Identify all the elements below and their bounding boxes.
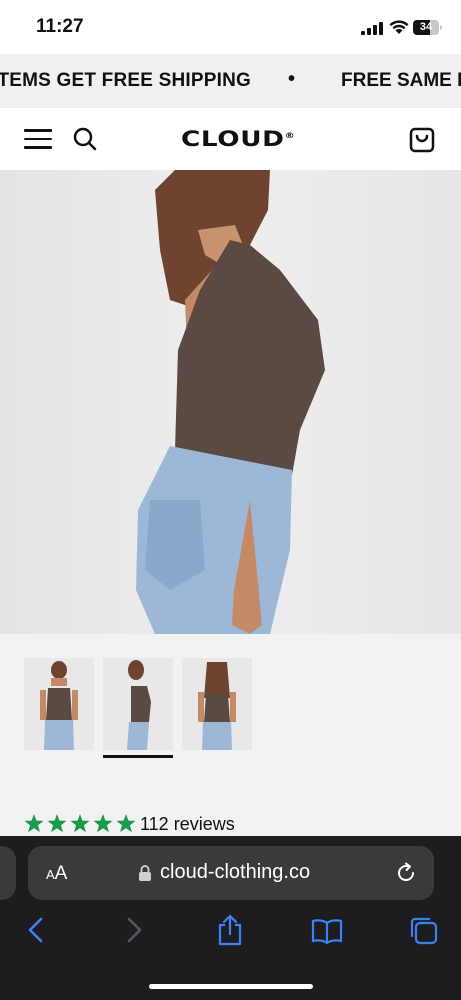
aa-small: A bbox=[46, 867, 55, 882]
status-bar: 11:27 34 bbox=[0, 0, 461, 54]
brand-logo[interactable]: CLOUD® bbox=[181, 127, 295, 151]
reader-settings-button[interactable]: AA bbox=[46, 863, 67, 885]
thumbnail-back-image bbox=[182, 658, 252, 750]
logo-registered-mark: ® bbox=[284, 131, 296, 140]
wifi-icon bbox=[389, 20, 409, 34]
forward-arrow-icon[interactable] bbox=[124, 916, 144, 944]
star-rating-icon bbox=[24, 814, 136, 833]
thumbnail-side[interactable] bbox=[103, 658, 173, 750]
announcement-bar[interactable]: ITEMS GET FREE SHIPPING • FREE SAME D bbox=[0, 54, 461, 108]
battery-icon: 34 bbox=[413, 20, 439, 35]
star-icon bbox=[93, 814, 113, 833]
star-icon bbox=[70, 814, 90, 833]
bookmarks-icon[interactable] bbox=[311, 918, 343, 944]
announcement-text-right: FREE SAME D bbox=[341, 70, 461, 91]
thumbnail-front[interactable] bbox=[24, 658, 94, 750]
announcement-text-left: ITEMS GET FREE SHIPPING bbox=[0, 70, 252, 91]
reviews-count: 112 reviews bbox=[140, 814, 235, 834]
address-bar[interactable]: AA cloud-clothing.co bbox=[28, 846, 434, 900]
battery-nub bbox=[440, 25, 442, 30]
menu-icon-line bbox=[24, 146, 52, 149]
thumbnail-back[interactable] bbox=[182, 658, 252, 750]
thumbnail-selected-indicator bbox=[103, 755, 173, 758]
thumbnail-gallery bbox=[0, 634, 461, 804]
share-icon[interactable] bbox=[216, 914, 244, 946]
cellular-signal-icon bbox=[361, 22, 383, 35]
menu-icon bbox=[24, 129, 52, 132]
product-photo bbox=[0, 170, 461, 634]
menu-icon-line bbox=[24, 137, 52, 140]
home-indicator bbox=[149, 984, 313, 989]
menu-button[interactable] bbox=[24, 129, 52, 149]
shopping-bag-icon[interactable] bbox=[409, 125, 435, 153]
announcement-separator: • bbox=[288, 68, 296, 90]
search-icon[interactable] bbox=[72, 126, 98, 152]
lock-icon bbox=[139, 865, 151, 881]
back-arrow-icon[interactable] bbox=[26, 916, 46, 944]
product-main-image[interactable] bbox=[0, 170, 461, 634]
previous-tab-peek[interactable] bbox=[0, 846, 16, 900]
star-icon bbox=[24, 814, 44, 833]
site-header: CLOUD® bbox=[0, 108, 461, 170]
star-icon bbox=[47, 814, 67, 833]
aa-large: A bbox=[54, 863, 68, 884]
thumbnail-front-image bbox=[24, 658, 94, 750]
star-icon bbox=[116, 814, 136, 833]
reload-icon[interactable] bbox=[395, 862, 417, 884]
status-time: 11:27 bbox=[36, 16, 84, 37]
thumbnail-side-image bbox=[103, 658, 173, 750]
tabs-icon[interactable] bbox=[409, 916, 439, 946]
logo-text: CLOUD bbox=[181, 127, 285, 151]
browser-toolbar: AA cloud-clothing.co bbox=[0, 836, 461, 1000]
url-text: cloud-clothing.co bbox=[160, 861, 311, 883]
battery-level: 34 bbox=[419, 21, 433, 33]
